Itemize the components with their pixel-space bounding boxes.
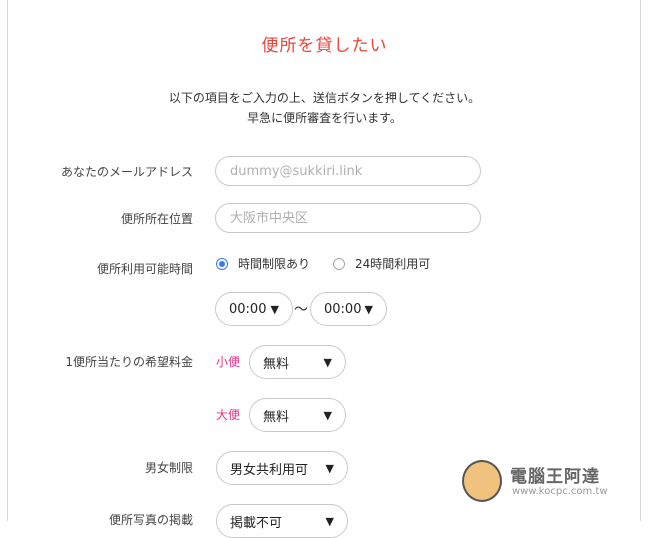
- time-separator: 〜: [294, 302, 308, 318]
- page-title: 便所を貸したい: [261, 36, 388, 56]
- intro-line-2: 早急に便所審査を行います。: [247, 111, 402, 125]
- time-to-value: 00:00: [324, 301, 362, 317]
- email-label: あなたのメールアドレス: [60, 165, 193, 179]
- chevron-down-icon: ▼: [325, 461, 334, 475]
- gender-label: 男女制限: [144, 461, 193, 475]
- small-fee-value: 無料: [263, 356, 290, 372]
- location-label: 便所所在位置: [120, 212, 193, 226]
- time-to-select[interactable]: 00:00 ▼: [310, 292, 387, 326]
- radio-24h[interactable]: 24時間利用可: [333, 255, 430, 272]
- radio-24h-label: 24時間利用可: [355, 257, 431, 271]
- radio-time-limited[interactable]: 時間制限あり: [216, 255, 310, 272]
- radio-unchecked-icon: [333, 257, 345, 270]
- availability-label: 便所利用可能時間: [96, 262, 193, 276]
- large-fee-select[interactable]: 無料 ▼: [249, 398, 346, 432]
- location-field[interactable]: [215, 203, 481, 233]
- chevron-down-icon: ▼: [364, 302, 373, 316]
- chevron-down-icon: ▼: [323, 408, 332, 422]
- large-fee-label: 大便: [216, 408, 241, 422]
- chevron-down-icon: ▼: [270, 302, 279, 316]
- time-from-value: 00:00: [229, 301, 267, 317]
- small-fee-select[interactable]: 無料 ▼: [249, 345, 346, 379]
- gender-value: 男女共利用可: [230, 462, 309, 478]
- small-fee-label: 小便: [216, 355, 241, 369]
- large-fee-value: 無料: [263, 409, 290, 425]
- watermark-url: www.kocpc.com.tw: [512, 486, 608, 497]
- photo-label: 便所写真の掲載: [108, 513, 193, 527]
- photo-value: 掲載不可: [230, 515, 283, 531]
- fee-label: 1便所当たりの希望料金: [65, 355, 193, 369]
- intro-text: 以下の項目をご入力の上、送信ボタンを押してください。 早急に便所審査を行います。: [0, 88, 649, 128]
- intro-line-1: 以下の項目をご入力の上、送信ボタンを押してください。: [168, 91, 481, 105]
- gender-select[interactable]: 男女共利用可 ▼: [216, 451, 348, 485]
- chevron-down-icon: ▼: [323, 355, 332, 369]
- time-from-select[interactable]: 00:00 ▼: [215, 292, 293, 326]
- watermark-logo: 電腦王阿達 www.kocpc.com.tw: [462, 458, 632, 506]
- photo-select[interactable]: 掲載不可 ▼: [216, 504, 348, 538]
- radio-time-limited-label: 時間制限あり: [238, 257, 311, 271]
- email-field[interactable]: [215, 156, 481, 186]
- chevron-down-icon: ▼: [325, 514, 334, 528]
- watermark-text: 電腦王阿達: [510, 467, 600, 487]
- mascot-face-icon: [462, 460, 502, 502]
- radio-checked-icon: [216, 257, 228, 270]
